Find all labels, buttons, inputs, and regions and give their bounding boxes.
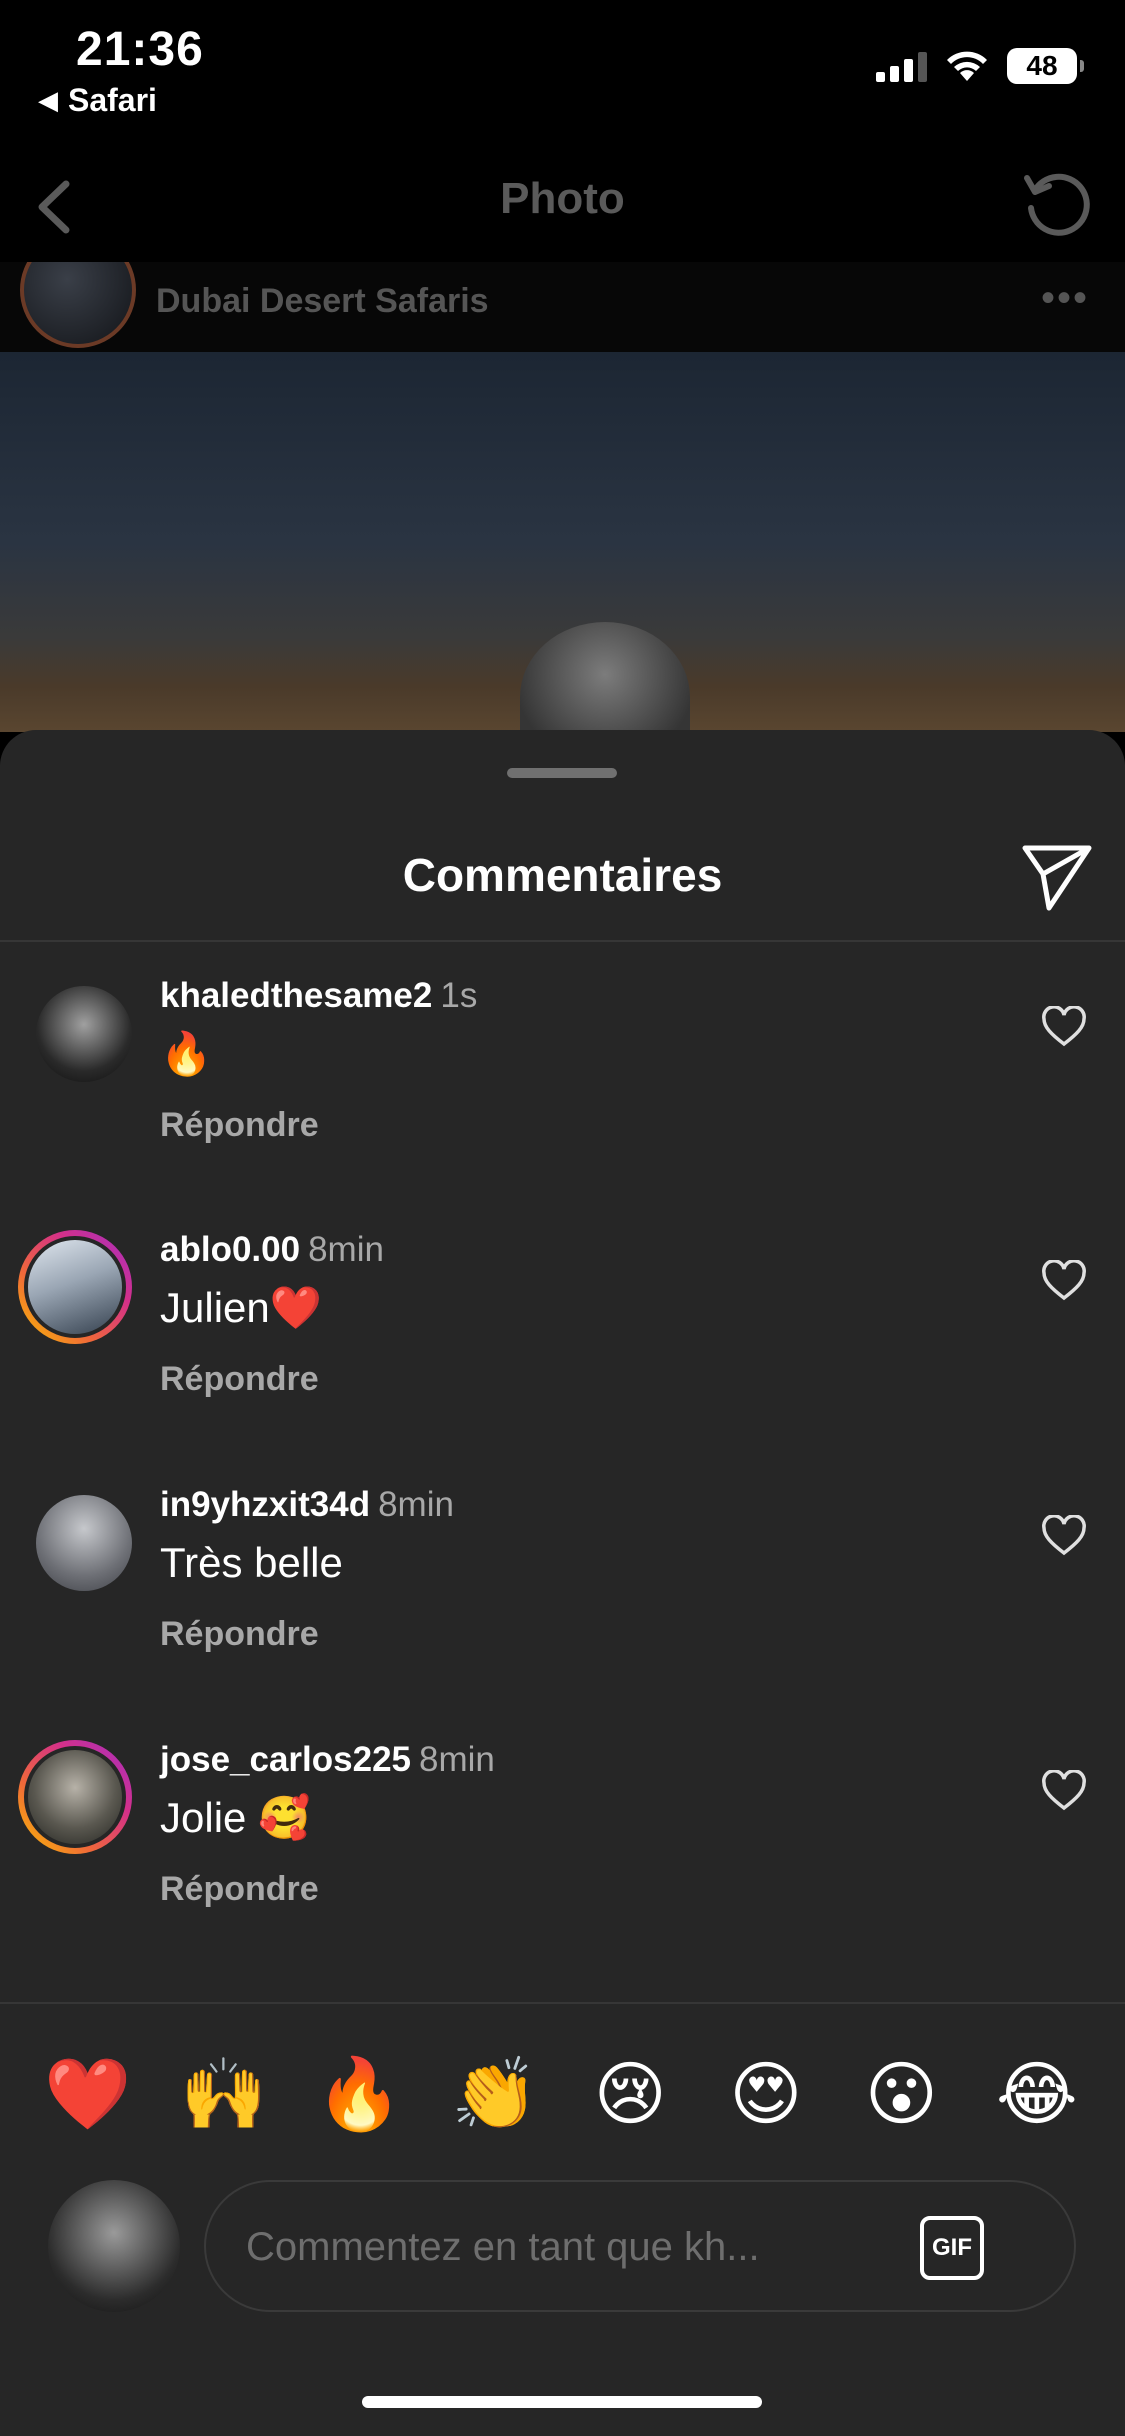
comment-input[interactable] xyxy=(246,2212,906,2282)
emoji-clap-button[interactable]: 👏 xyxy=(447,2046,543,2142)
refresh-icon[interactable] xyxy=(1017,164,1097,244)
back-triangle-icon: ◀ xyxy=(38,85,58,115)
sheet-grabber-handle[interactable] xyxy=(507,768,617,778)
sheet-title: Commentaires xyxy=(402,849,723,901)
reply-button[interactable]: Répondre xyxy=(160,1360,319,1399)
emoji-laughing-button[interactable]: 😂 xyxy=(989,2046,1085,2142)
emoji-surprised-button[interactable]: 😮 xyxy=(853,2046,949,2142)
comment-username[interactable]: ablo0.00 xyxy=(160,1230,300,1269)
comment-time: 8min xyxy=(378,1485,454,1524)
commenter-avatar[interactable] xyxy=(18,1740,132,1854)
home-indicator[interactable] xyxy=(362,2396,762,2408)
comment-header: in9yhzxit34d 8min xyxy=(160,1485,454,1525)
reply-button[interactable]: Répondre xyxy=(160,1870,319,1909)
comment-item: jose_carlos225 8min Jolie 🥰 Répondre xyxy=(0,1740,1125,1980)
more-options-icon[interactable]: ••• xyxy=(1041,276,1089,321)
status-indicators: 48 xyxy=(876,48,1084,84)
like-heart-icon[interactable] xyxy=(1041,1006,1087,1048)
comment-time: 8min xyxy=(308,1230,384,1269)
page-title: Photo xyxy=(500,174,625,223)
emoji-heart-eyes-button[interactable]: 😍 xyxy=(718,2046,814,2142)
commenter-avatar[interactable] xyxy=(36,986,132,1082)
comment-header: ablo0.00 8min xyxy=(160,1230,384,1270)
navigation-bar: Photo xyxy=(0,150,1125,262)
commenter-avatar[interactable] xyxy=(18,1230,132,1344)
gif-button[interactable]: GIF xyxy=(920,2216,984,2280)
comment-item: in9yhzxit34d 8min Très belle Répondre xyxy=(0,1485,1125,1725)
comment-item: ablo0.00 8min Julien❤️ Répondre xyxy=(0,1230,1125,1470)
comment-text: 🔥 xyxy=(160,1030,213,1077)
battery-icon: 48 xyxy=(1007,48,1084,84)
emoji-crying-button[interactable]: 😢 xyxy=(582,2046,678,2142)
comment-input-field[interactable]: GIF xyxy=(204,2180,1076,2312)
status-time: 21:36 xyxy=(76,23,204,76)
comment-header: khaledthesame2 1s xyxy=(160,976,477,1016)
comment-header: jose_carlos225 8min xyxy=(160,1740,495,1780)
cellular-signal-icon xyxy=(876,50,927,82)
post-location[interactable]: Dubai Desert Safaris xyxy=(156,282,489,321)
post-photo xyxy=(0,352,1125,732)
comment-username[interactable]: in9yhzxit34d xyxy=(160,1485,370,1524)
reply-button[interactable]: Répondre xyxy=(160,1106,319,1145)
post-author-avatar[interactable] xyxy=(20,262,136,348)
comment-text: Julien❤️ xyxy=(160,1284,323,1331)
back-to-safari-link[interactable]: ◀ Safari xyxy=(38,82,157,119)
back-app-label: Safari xyxy=(68,82,157,118)
like-heart-icon[interactable] xyxy=(1041,1515,1087,1557)
emoji-raised-hands-button[interactable]: 🙌 xyxy=(176,2046,272,2142)
share-send-icon[interactable] xyxy=(1019,842,1095,912)
divider xyxy=(0,940,1125,942)
quick-emoji-bar: ❤️ 🙌 🔥 👏 😢 😍 😮 😂 xyxy=(0,2046,1125,2142)
emoji-fire-button[interactable]: 🔥 xyxy=(311,2046,407,2142)
divider xyxy=(0,2002,1125,2004)
status-bar: 21:36 ◀ Safari 48 xyxy=(0,0,1125,150)
comment-time: 1s xyxy=(440,976,478,1015)
reply-button[interactable]: Répondre xyxy=(160,1615,319,1654)
comment-username[interactable]: jose_carlos225 xyxy=(160,1740,411,1779)
comment-text: Très belle xyxy=(160,1539,343,1586)
commenter-avatar[interactable] xyxy=(36,1495,132,1591)
comment-username[interactable]: khaledthesame2 xyxy=(160,976,432,1015)
like-heart-icon[interactable] xyxy=(1041,1260,1087,1302)
photo-subject xyxy=(520,622,690,732)
like-heart-icon[interactable] xyxy=(1041,1770,1087,1812)
emoji-heart-button[interactable]: ❤️ xyxy=(40,2046,136,2142)
comment-time: 8min xyxy=(419,1740,495,1779)
comment-text: Jolie 🥰 xyxy=(160,1794,311,1841)
post-header: Dubai Desert Safaris ••• xyxy=(0,262,1125,352)
wifi-icon xyxy=(947,51,987,81)
comment-item: khaledthesame2 1s 🔥 Répondre xyxy=(0,976,1125,1216)
